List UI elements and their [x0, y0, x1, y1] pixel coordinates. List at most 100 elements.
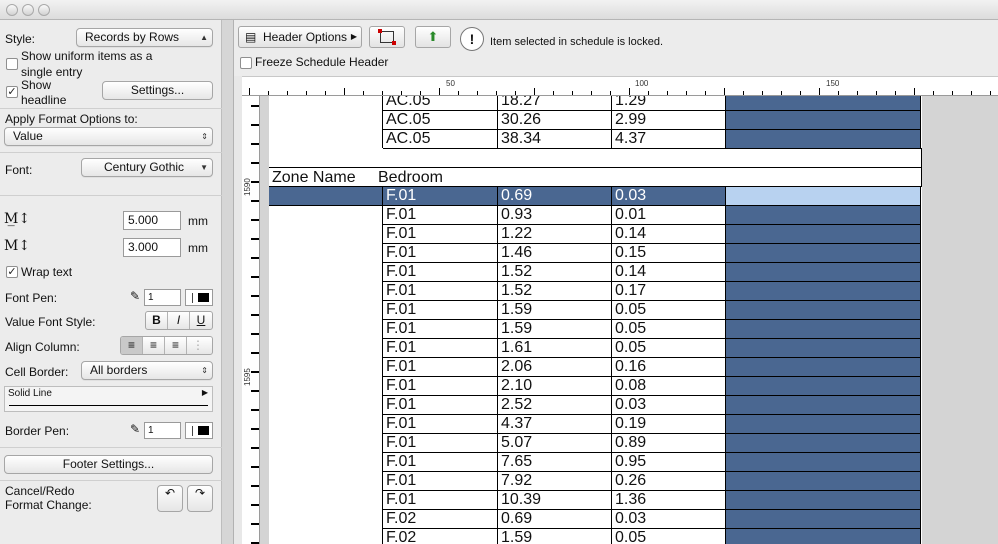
table-cell-code[interactable]: F.02 [383, 510, 498, 529]
table-cell-value[interactable]: 5.07 [498, 434, 612, 453]
table-cell-value[interactable]: 0.93 [498, 206, 612, 225]
table-cell-fill[interactable] [726, 396, 921, 415]
table-cell-value[interactable]: 0.17 [612, 282, 726, 301]
table-cell-value[interactable]: 0.69 [498, 510, 612, 529]
table-cell-code[interactable]: F.01 [383, 206, 498, 225]
minimize-window-button[interactable] [22, 4, 34, 16]
table-cell-fill[interactable] [726, 187, 921, 206]
table-cell-fill[interactable] [726, 263, 921, 282]
table-cell-code[interactable]: F.01 [383, 415, 498, 434]
table-cell-code[interactable]: F.01 [383, 358, 498, 377]
table-cell-fill[interactable] [726, 472, 921, 491]
table-cell-fill[interactable] [726, 529, 921, 544]
table-cell-value[interactable]: 1.22 [498, 225, 612, 244]
table-cell-blank[interactable] [269, 434, 383, 453]
style-select[interactable]: Records by Rows ▲ [76, 28, 213, 47]
table-cell-fill[interactable] [726, 301, 921, 320]
table-cell-value[interactable]: 0.05 [612, 529, 726, 544]
table-cell-value[interactable]: 0.05 [612, 339, 726, 358]
underline-button[interactable]: U [190, 312, 212, 329]
table-cell-blank[interactable] [269, 263, 383, 282]
table-cell-value[interactable]: 0.05 [612, 301, 726, 320]
align-right-icon[interactable]: ≡ [165, 337, 187, 354]
table-cell-fill[interactable] [726, 130, 921, 149]
export-button[interactable]: ⬆ [415, 26, 451, 48]
table-cell-blank[interactable] [269, 339, 383, 358]
panel-splitter[interactable] [222, 20, 234, 544]
table-cell-blank[interactable] [269, 187, 383, 206]
table-cell-value[interactable]: 1.59 [498, 301, 612, 320]
table-cell-blank[interactable] [269, 491, 383, 510]
table-cell-code[interactable]: F.01 [383, 453, 498, 472]
table-cell-code[interactable]: F.01 [383, 320, 498, 339]
table-cell-fill[interactable] [726, 225, 921, 244]
align-justify-icon[interactable]: ⋮ [187, 337, 209, 354]
close-window-button[interactable] [6, 4, 18, 16]
table-cell-fill[interactable] [726, 510, 921, 529]
table-cell-code[interactable]: AC.05 [383, 96, 498, 111]
table-cell-fill[interactable] [726, 111, 921, 130]
table-cell-fill[interactable] [726, 282, 921, 301]
italic-button[interactable]: I [168, 312, 190, 329]
table-cell-value[interactable]: 10.39 [498, 491, 612, 510]
table-cell-fill[interactable] [726, 206, 921, 225]
table-cell-value[interactable]: 38.34 [498, 130, 612, 149]
table-cell-code[interactable]: F.02 [383, 529, 498, 544]
font-select[interactable]: Century Gothic ▼ [81, 158, 213, 177]
table-cell-value[interactable]: 0.08 [612, 377, 726, 396]
table-cell-value[interactable]: 0.14 [612, 225, 726, 244]
table-cell-code[interactable]: F.01 [383, 187, 498, 206]
table-cell-value[interactable]: 1.36 [612, 491, 726, 510]
table-cell-value[interactable]: 1.59 [498, 320, 612, 339]
table-cell-blank[interactable] [269, 529, 383, 544]
table-cell-value[interactable]: 4.37 [612, 130, 726, 149]
table-cell-blank[interactable] [269, 206, 383, 225]
table-cell-value[interactable]: 1.29 [612, 96, 726, 111]
table-cell-code[interactable]: F.01 [383, 434, 498, 453]
table-cell-blank[interactable] [269, 225, 383, 244]
cell-border-select[interactable]: All borders ⇕ [81, 361, 213, 380]
table-cell-fill[interactable] [726, 244, 921, 263]
table-cell-value[interactable]: 1.52 [498, 263, 612, 282]
table-cell-fill[interactable] [726, 415, 921, 434]
uniform-items-checkbox[interactable] [6, 58, 18, 70]
table-cell-blank[interactable] [269, 358, 383, 377]
merge-cells-button[interactable] [369, 26, 405, 48]
table-cell-fill[interactable] [726, 377, 921, 396]
table-cell-fill[interactable] [726, 491, 921, 510]
table-cell-code[interactable]: AC.05 [383, 111, 498, 130]
table-cell-value[interactable]: 0.16 [612, 358, 726, 377]
table-cell-value[interactable]: 0.03 [612, 396, 726, 415]
table-cell-value[interactable]: 0.15 [612, 244, 726, 263]
text-width-field[interactable]: 3.000 [123, 238, 181, 257]
line-type-selector[interactable]: Solid Line ▶ [4, 386, 213, 412]
schedule-canvas[interactable]: Zone Name Bedroom AC.05 18.27 1.29 AC.05 30.… [260, 96, 998, 544]
table-cell-value[interactable]: 30.26 [498, 111, 612, 130]
table-cell-value[interactable]: 1.46 [498, 244, 612, 263]
table-cell-blank[interactable] [269, 301, 383, 320]
table-cell-code[interactable]: F.01 [383, 225, 498, 244]
table-cell-blank[interactable] [269, 244, 383, 263]
table-cell-code[interactable]: F.01 [383, 491, 498, 510]
settings-button[interactable]: Settings... [102, 81, 213, 100]
table-cell-code[interactable]: F.01 [383, 377, 498, 396]
table-cell-fill[interactable] [726, 96, 921, 111]
table-cell-value[interactable]: 7.92 [498, 472, 612, 491]
table-cell-value[interactable]: 18.27 [498, 96, 612, 111]
table-cell-value[interactable]: 2.52 [498, 396, 612, 415]
table-cell-value[interactable]: 0.14 [612, 263, 726, 282]
table-cell-blank[interactable] [269, 510, 383, 529]
table-cell-value[interactable]: 0.01 [612, 206, 726, 225]
table-cell-code[interactable]: F.01 [383, 396, 498, 415]
table-cell-value[interactable]: 0.05 [612, 320, 726, 339]
table-cell-fill[interactable] [726, 434, 921, 453]
table-cell-code[interactable]: F.01 [383, 282, 498, 301]
table-cell-value[interactable]: 2.06 [498, 358, 612, 377]
table-cell-value[interactable]: 1.52 [498, 282, 612, 301]
zoom-window-button[interactable] [38, 4, 50, 16]
table-cell-value[interactable]: 7.65 [498, 453, 612, 472]
header-options-button[interactable]: ▤ Header Options ▶ [238, 26, 362, 48]
border-pen-color-swatch[interactable] [185, 422, 213, 439]
freeze-header-checkbox[interactable] [240, 57, 252, 69]
align-center-icon[interactable]: ≡ [143, 337, 165, 354]
